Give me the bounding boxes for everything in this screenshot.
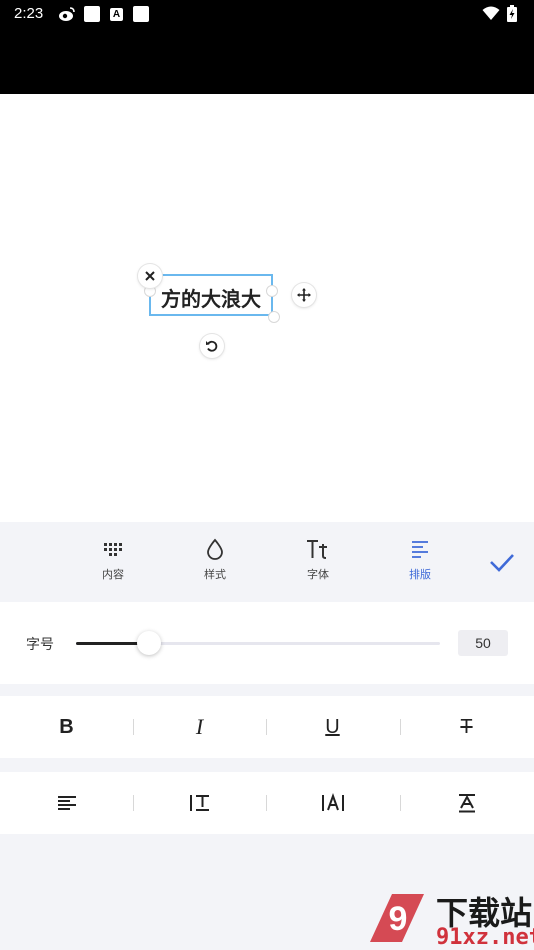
grid-dots-icon bbox=[104, 543, 122, 556]
watermark-logo: 9 bbox=[370, 894, 424, 942]
weibo-icon bbox=[58, 6, 76, 26]
font-size-slider[interactable] bbox=[76, 631, 440, 655]
rotate-icon bbox=[206, 340, 218, 352]
align-left-icon bbox=[57, 796, 76, 810]
bold-button[interactable]: B bbox=[0, 696, 133, 758]
tab-label: 内容 bbox=[102, 568, 124, 581]
font-tt-icon bbox=[307, 540, 327, 559]
watermark-logo-glyph: 9 bbox=[389, 900, 408, 938]
top-bar bbox=[0, 28, 534, 94]
text-baseline-icon bbox=[458, 794, 475, 813]
tab-layout[interactable]: 排版 bbox=[390, 538, 450, 582]
letter-spacing-button[interactable] bbox=[266, 772, 399, 834]
bold-icon: B bbox=[59, 715, 74, 738]
resize-handle[interactable] bbox=[266, 285, 278, 297]
rotate-sticker-button[interactable] bbox=[200, 334, 224, 358]
watermark-url: 91xz.net bbox=[436, 925, 534, 950]
editor-canvas[interactable]: 方的大浪大 bbox=[0, 94, 534, 522]
drop-icon bbox=[207, 538, 223, 560]
tab-style[interactable]: 样式 bbox=[185, 538, 245, 582]
text-sticker[interactable]: 方的大浪大 bbox=[144, 274, 280, 323]
italic-icon: I bbox=[195, 714, 204, 739]
close-icon bbox=[145, 271, 155, 281]
font-size-panel: 字号 50 bbox=[0, 602, 534, 684]
resize-handle[interactable] bbox=[268, 311, 280, 323]
tab-label: 样式 bbox=[204, 568, 226, 581]
line-spacing-icon bbox=[189, 795, 209, 811]
confirm-button[interactable] bbox=[486, 546, 518, 578]
battery-charging-icon bbox=[507, 5, 517, 26]
strikethrough-button[interactable]: T bbox=[400, 696, 533, 758]
wifi-icon bbox=[482, 6, 500, 25]
editor-tab-bar: 内容 样式 字体 排版 bbox=[0, 522, 534, 602]
tab-label: 排版 bbox=[409, 568, 431, 581]
tab-label: 字体 bbox=[307, 568, 329, 581]
text-align-row bbox=[0, 772, 534, 834]
check-icon bbox=[490, 554, 514, 572]
font-size-value[interactable]: 50 bbox=[458, 630, 508, 656]
status-time: 2:23 bbox=[14, 5, 44, 22]
italic-button[interactable]: I bbox=[133, 696, 266, 758]
delete-sticker-button[interactable] bbox=[138, 264, 162, 288]
text-style-row: B I U T bbox=[0, 696, 534, 758]
tab-font[interactable]: 字体 bbox=[288, 538, 348, 582]
slider-thumb[interactable] bbox=[136, 631, 161, 655]
font-size-label: 字号 bbox=[26, 637, 54, 653]
tab-content[interactable]: 内容 bbox=[83, 538, 143, 582]
move-icon bbox=[297, 288, 311, 302]
watermark: 9 下载站 91xz.net bbox=[362, 888, 534, 950]
strikethrough-icon: T bbox=[460, 715, 473, 738]
move-sticker-button[interactable] bbox=[292, 283, 316, 307]
line-spacing-button[interactable] bbox=[133, 772, 266, 834]
align-left-icon bbox=[412, 541, 428, 558]
underline-icon: U bbox=[325, 715, 340, 738]
notification-square-icon bbox=[133, 6, 149, 22]
letter-spacing-icon bbox=[321, 793, 344, 811]
underline-button[interactable]: U bbox=[266, 696, 399, 758]
a-app-icon: A bbox=[110, 8, 123, 21]
status-bar: 2:23 A bbox=[0, 0, 534, 28]
text-baseline-button[interactable] bbox=[400, 772, 533, 834]
align-left-button[interactable] bbox=[0, 772, 133, 834]
sticker-text[interactable]: 方的大浪大 bbox=[151, 283, 271, 312]
notification-square-icon bbox=[84, 6, 100, 22]
